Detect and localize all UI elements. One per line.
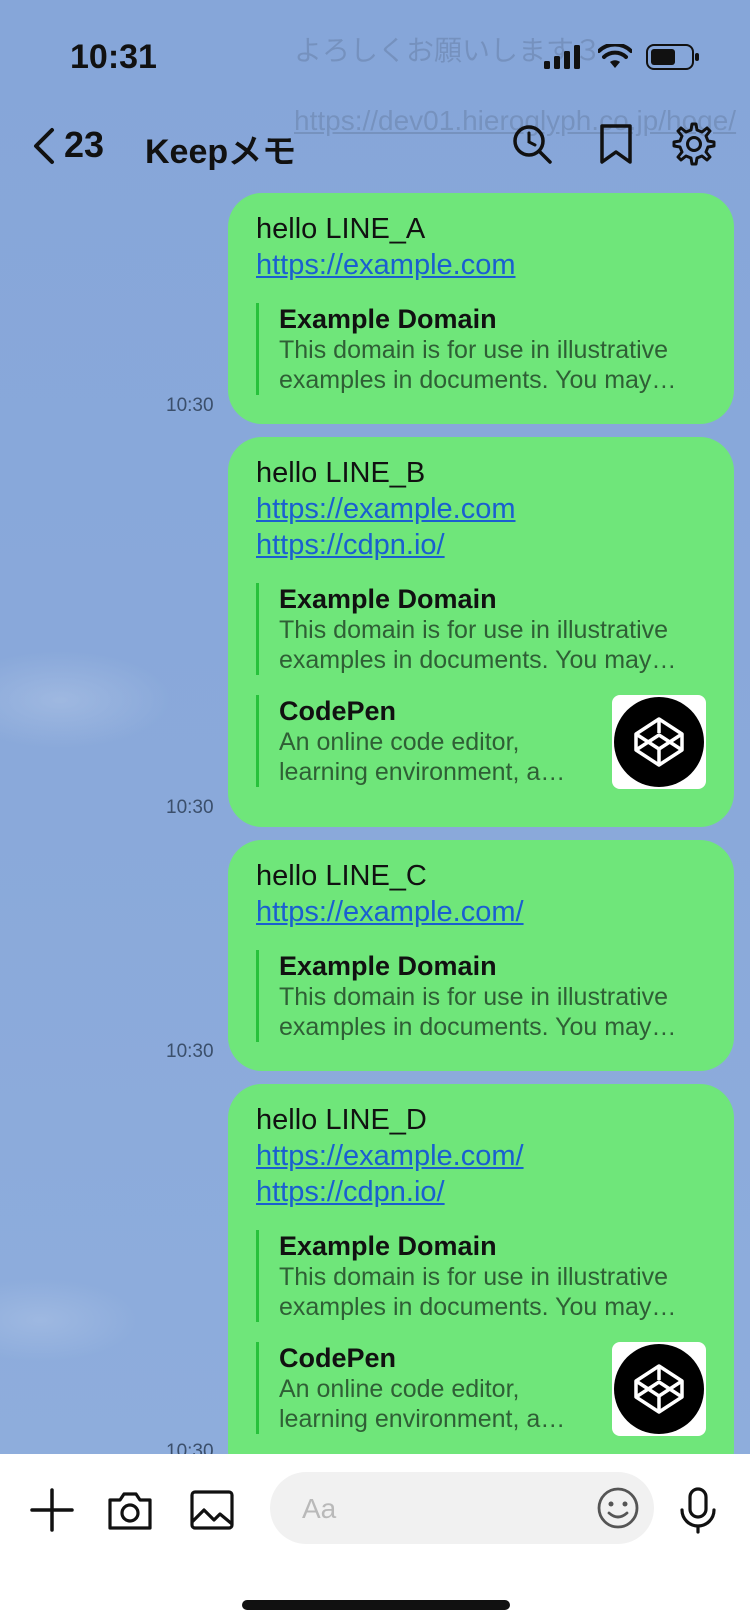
preview-description: examples in documents. You may… [279,366,677,394]
search-icon[interactable] [510,122,554,166]
battery-icon [646,44,699,70]
message-timestamp: 10:30 [166,395,214,416]
home-indicator [242,1600,510,1610]
microphone-icon[interactable] [676,1486,720,1534]
message-timestamp: 10:30 [166,1041,214,1062]
message-bubble[interactable]: hello LINE_D https://example.com/ https:… [228,1084,734,1484]
message-text: hello LINE_C [256,860,427,892]
link-preview-card[interactable]: CodePen An online code editor, learning … [256,695,706,789]
preview-description: This domain is for use in illustrative [279,616,669,644]
signal-icon [544,45,580,69]
preview-description: An online code editor, [279,728,520,756]
gear-icon[interactable] [672,122,716,166]
preview-description: This domain is for use in illustrative [279,336,669,364]
preview-title: Example Domain [279,304,497,334]
message-text: hello LINE_B [256,457,426,489]
preview-description: examples in documents. You may… [279,1293,677,1321]
chat-header: 23 Keepメモ [0,110,750,180]
plus-icon[interactable] [28,1486,76,1534]
message-bubble[interactable]: hello LINE_C https://example.com/ Exampl… [228,840,734,1071]
preview-description: An online code editor, [279,1375,520,1403]
status-indicators [544,44,700,70]
preview-description: examples in documents. You may… [279,1013,677,1041]
message-link[interactable]: https://cdpn.io/ [256,527,706,563]
camera-icon[interactable] [106,1486,154,1534]
preview-title: Example Domain [279,1231,497,1261]
message-text: hello LINE_A [256,213,426,245]
back-chevron-icon[interactable] [28,124,64,168]
codepen-icon [614,1344,704,1434]
image-icon[interactable] [188,1486,236,1534]
message-link[interactable]: https://example.com [256,247,706,283]
message-timestamp: 10:30 [166,797,214,818]
preview-thumbnail [612,695,706,789]
link-preview-card[interactable]: Example Domain This domain is for use in… [256,950,706,1042]
message-link[interactable]: https://example.com/ [256,894,706,930]
preview-description: This domain is for use in illustrative [279,1263,669,1291]
message-bubble[interactable]: hello LINE_A https://example.com Example… [228,193,734,424]
link-preview-card[interactable]: CodePen An online code editor, learning … [256,1342,706,1436]
preview-description: learning environment, a… [279,1405,566,1433]
message-input-bar [0,1454,750,1624]
wifi-icon [598,44,632,68]
preview-description: learning environment, a… [279,758,566,786]
preview-title: Example Domain [279,951,497,981]
preview-title: CodePen [279,696,397,726]
preview-description: This domain is for use in illustrative [279,983,669,1011]
message-text: hello LINE_D [256,1104,427,1136]
message-bubble[interactable]: hello LINE_B https://example.com https:/… [228,437,734,827]
link-preview-card[interactable]: Example Domain This domain is for use in… [256,1230,706,1322]
page-title: Keepメモ [145,133,297,171]
codepen-icon [614,697,704,787]
message-input[interactable] [300,1486,574,1532]
emoji-icon[interactable] [596,1486,640,1530]
message-link[interactable]: https://cdpn.io/ [256,1174,706,1210]
message-link[interactable]: https://example.com [256,491,706,527]
message-input-field[interactable] [270,1472,654,1544]
status-bar: よろしくお願いします３ https://dev01.hieroglyph.co.… [0,0,750,136]
status-time: 10:31 [70,38,157,76]
back-count-label[interactable]: 23 [64,124,104,166]
link-preview-card[interactable]: Example Domain This domain is for use in… [256,583,706,675]
link-preview-card[interactable]: Example Domain This domain is for use in… [256,303,706,395]
preview-thumbnail [612,1342,706,1436]
preview-title: CodePen [279,1343,397,1373]
preview-description: examples in documents. You may… [279,646,677,674]
bookmark-icon[interactable] [594,122,638,166]
preview-title: Example Domain [279,584,497,614]
message-link[interactable]: https://example.com/ [256,1138,706,1174]
